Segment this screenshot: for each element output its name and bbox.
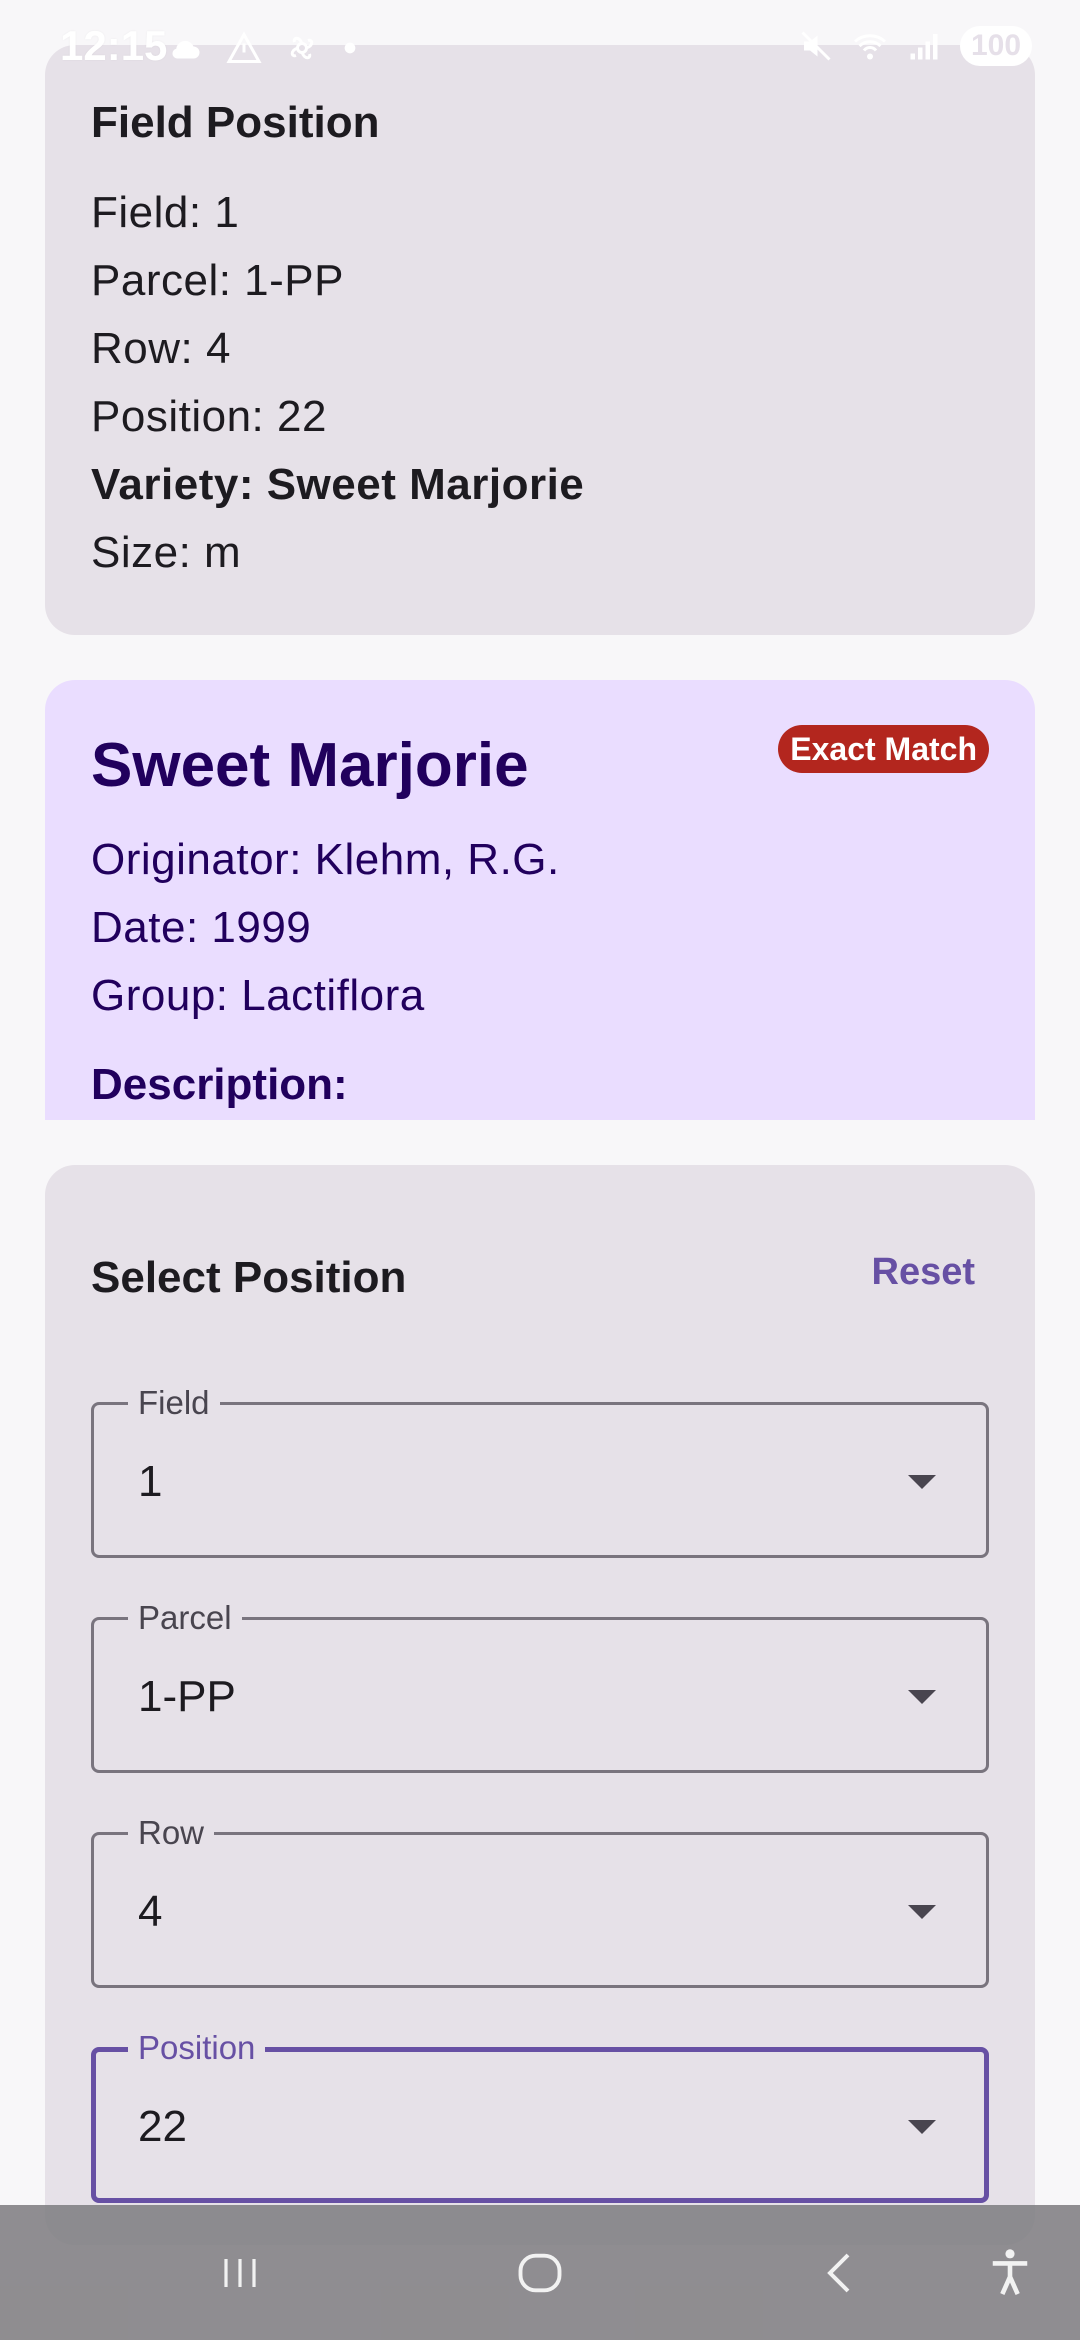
- reset-button[interactable]: Reset: [872, 1251, 976, 1294]
- description-label: Description:: [91, 1060, 348, 1109]
- home-icon: [518, 2253, 562, 2292]
- back-icon: [827, 2253, 850, 2292]
- originator-text: Originator: Klehm, R.G.: [91, 835, 560, 884]
- field-dropdown[interactable]: Field 1: [91, 1383, 989, 1558]
- accessibility-button[interactable]: [960, 2205, 1060, 2340]
- parcel-dropdown[interactable]: Parcel 1-PP: [91, 1598, 989, 1773]
- parcel-value: Parcel: 1-PP: [91, 256, 344, 305]
- back-button[interactable]: [790, 2205, 890, 2340]
- chevron-down-icon: [908, 1475, 936, 1489]
- row-dropdown-label: Row: [128, 1813, 215, 1853]
- variety-value: Variety: Sweet Marjorie: [91, 460, 585, 509]
- field-dropdown-value: 1: [138, 1457, 163, 1506]
- variety-name: Sweet Marjorie: [91, 731, 529, 800]
- recent-apps-icon: [224, 2258, 256, 2287]
- exact-match-badge: Exact Match: [778, 725, 989, 773]
- navigation-bar: [0, 2205, 1080, 2340]
- select-position-title: Select Position: [91, 1253, 407, 1302]
- position-dropdown-label: Position: [128, 2028, 266, 2068]
- field-position-title: Field Position: [91, 98, 380, 147]
- variety-card[interactable]: Sweet Marjorie Exact Match Originator: K…: [45, 680, 1035, 1120]
- home-button[interactable]: [490, 2205, 590, 2340]
- field-position-card: Field Position Field: 1 Parcel: 1-PP Row…: [45, 45, 1035, 635]
- chevron-down-icon: [908, 1905, 936, 1919]
- select-position-card: Select Position Reset Field 1 Parcel 1-P…: [45, 1165, 1035, 2245]
- recent-apps-button[interactable]: [190, 2205, 290, 2340]
- row-value: Row: 4: [91, 324, 231, 373]
- parcel-dropdown-label: Parcel: [128, 1598, 242, 1638]
- position-dropdown[interactable]: Position 22: [91, 2028, 989, 2203]
- position-dropdown-value: 22: [138, 2102, 187, 2151]
- parcel-dropdown-value: 1-PP: [138, 1672, 236, 1721]
- date-text: Date: 1999: [91, 903, 312, 952]
- row-dropdown-value: 4: [138, 1887, 163, 1936]
- row-dropdown[interactable]: Row 4: [91, 1813, 989, 1988]
- chevron-down-icon: [908, 2120, 936, 2134]
- chevron-down-icon: [908, 1690, 936, 1704]
- group-text: Group: Lactiflora: [91, 971, 425, 1020]
- field-value: Field: 1: [91, 188, 240, 237]
- position-value: Position: 22: [91, 392, 327, 441]
- field-dropdown-label: Field: [128, 1383, 220, 1423]
- accessibility-icon: [992, 2248, 1028, 2295]
- size-value: Size: m: [91, 528, 242, 577]
